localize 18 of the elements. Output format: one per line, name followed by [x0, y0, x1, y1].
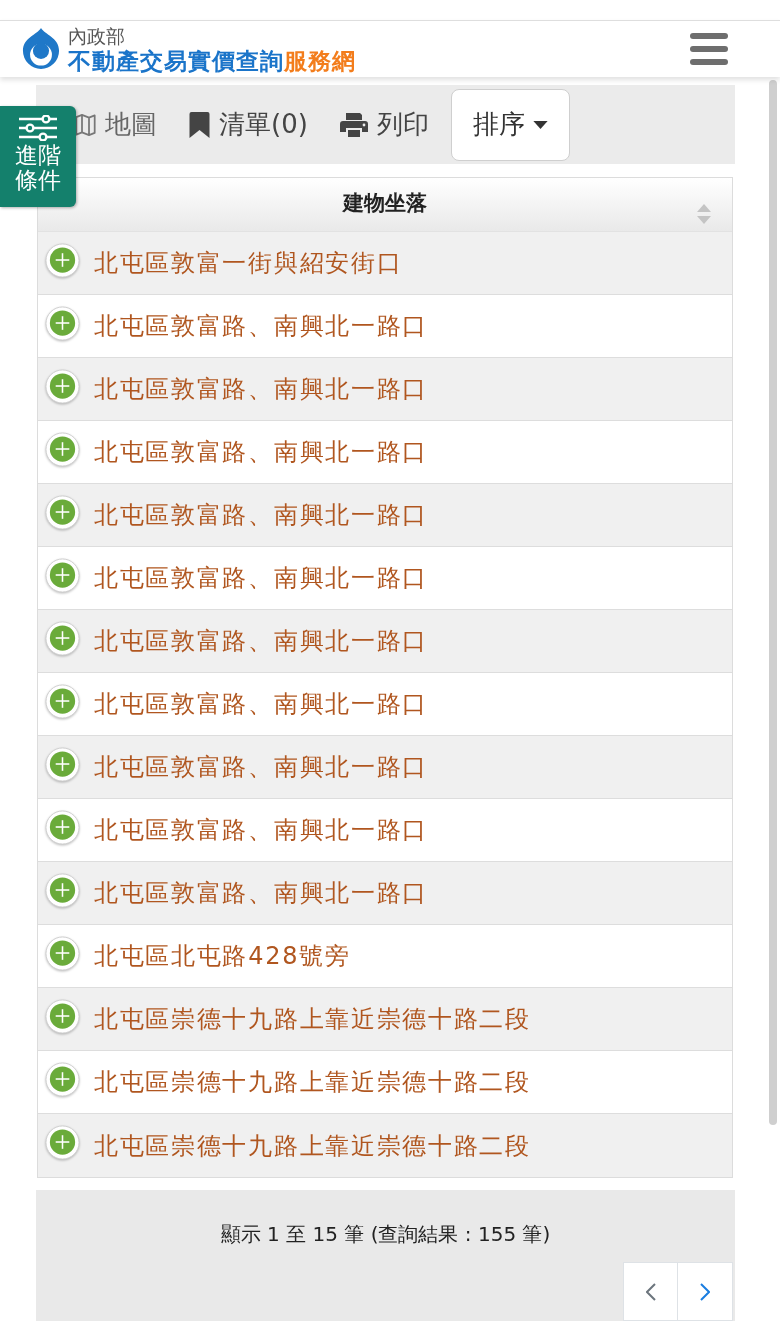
address-text: 北屯區敦富路、南興北一路口 [94, 563, 429, 594]
result-summary: 顯示 1 至 15 筆 (查詢結果 : 155 筆) [220, 1221, 551, 1248]
address-text: 北屯區北屯路428號旁 [94, 941, 351, 972]
address-text: 北屯區崇德十九路上靠近崇德十路二段 [94, 1067, 531, 1098]
address-text: 北屯區敦富路、南興北一路口 [94, 626, 429, 657]
column-title: 建物坐落 [343, 189, 427, 217]
address-text: 北屯區敦富路、南興北一路口 [94, 815, 429, 846]
address-text: 北屯區敦富路、南興北一路口 [94, 689, 429, 720]
address-text: 北屯區敦富路、南興北一路口 [94, 752, 429, 783]
address-text: 北屯區敦富路、南興北一路口 [94, 437, 429, 468]
address-text: 北屯區崇德十九路上靠近崇德十路二段 [94, 1004, 531, 1035]
address-text: 北屯區敦富一街與紹安街口 [94, 248, 403, 279]
address-text: 北屯區崇德十九路上靠近崇德十路二段 [94, 1130, 531, 1162]
address-text: 北屯區敦富路、南興北一路口 [94, 878, 429, 909]
address-text: 北屯區敦富路、南興北一路口 [94, 374, 429, 405]
agency-name: 內政部 [68, 26, 125, 46]
address-text: 北屯區敦富路、南興北一路口 [94, 500, 429, 531]
address-text: 北屯區敦富路、南興北一路口 [94, 311, 429, 342]
